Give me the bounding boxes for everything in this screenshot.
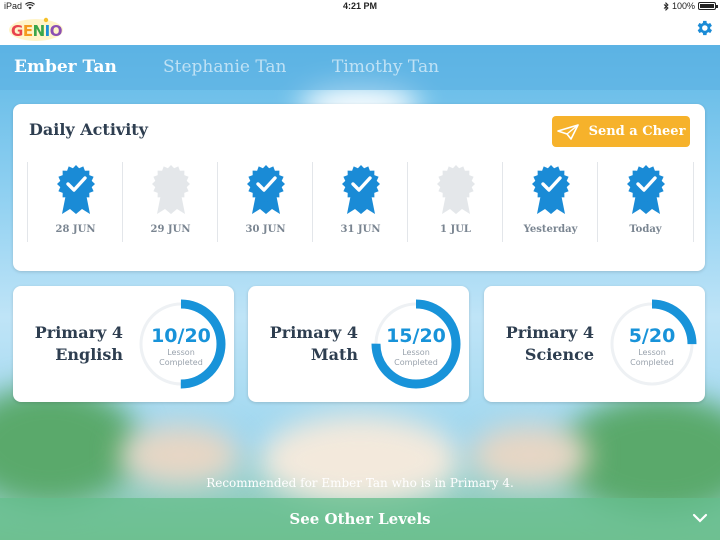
lesson-count: 5/20 <box>628 325 676 347</box>
gear-icon[interactable] <box>694 18 714 38</box>
subject-level: Primary 4 <box>34 323 123 342</box>
subject-level: Primary 4 <box>269 323 358 342</box>
subject-card-english[interactable]: Primary 4 English 10/20 Lesson Completed <box>13 286 234 402</box>
badge-completed-icon <box>313 164 408 216</box>
badge-completed-icon <box>218 164 313 216</box>
status-right: 100% <box>663 1 718 11</box>
daily-activity-card: Daily Activity Send a Cheer 28 JUN 29 JUN… <box>13 104 705 271</box>
lesson-count: 10/20 <box>151 325 211 347</box>
battery-percent: 100% <box>671 1 695 11</box>
activity-day: 30 JUN <box>217 162 313 242</box>
app-header: GENIO <box>0 14 720 45</box>
badge-pending-icon <box>123 164 218 216</box>
day-label: 28 JUN <box>55 224 96 235</box>
genio-logo[interactable]: GENIO <box>8 16 64 42</box>
day-label: 30 JUN <box>245 224 286 235</box>
subject-name: Primary 4 English <box>23 322 123 366</box>
tab-ember-tan[interactable]: Ember Tan <box>14 57 117 77</box>
lesson-completed-caption: Lesson Completed <box>607 348 697 368</box>
day-label: Today <box>629 224 662 235</box>
tab-stephanie-tan[interactable]: Stephanie Tan <box>163 57 286 77</box>
day-label: Yesterday <box>523 224 578 235</box>
lesson-completed-caption: Lesson Completed <box>371 348 461 368</box>
subject-name: Primary 4 Science <box>494 322 594 366</box>
caption-line-2: Completed <box>630 358 674 367</box>
caption-line-2: Completed <box>159 358 203 367</box>
activity-day: 1 JUL <box>407 162 503 242</box>
subject-name: Primary 4 Math <box>258 322 358 366</box>
subject-card-math[interactable]: Primary 4 Math 15/20 Lesson Completed <box>248 286 469 402</box>
student-tabs: Ember Tan Stephanie Tan Timothy Tan <box>0 45 720 90</box>
activity-day: Yesterday <box>502 162 598 242</box>
subject-level: Primary 4 <box>505 323 594 342</box>
caption-line-1: Lesson <box>638 348 666 357</box>
subject-title: Math <box>310 345 358 364</box>
lesson-completed-caption: Lesson Completed <box>136 348 226 368</box>
daily-activity-title: Daily Activity <box>29 120 148 139</box>
svg-text:GENIO: GENIO <box>11 22 62 40</box>
activity-days: 28 JUN 29 JUN 30 JUN 31 JUN 1 JUL Yesterday To… <box>27 162 694 242</box>
day-label: 31 JUN <box>340 224 381 235</box>
day-label: 29 JUN <box>150 224 191 235</box>
see-other-levels-label: See Other Levels <box>289 510 431 528</box>
badge-completed-icon <box>598 164 693 216</box>
subject-card-science[interactable]: Primary 4 Science 5/20 Lesson Completed <box>484 286 705 402</box>
subject-title: English <box>55 345 123 364</box>
see-other-levels-button[interactable]: See Other Levels <box>0 498 720 540</box>
caption-line-1: Lesson <box>402 348 430 357</box>
badge-completed-icon <box>503 164 598 216</box>
activity-day: Today <box>597 162 694 242</box>
caption-line-1: Lesson <box>167 348 195 357</box>
chevron-down-icon <box>692 513 708 523</box>
activity-day: 28 JUN <box>27 162 123 242</box>
activity-day: 29 JUN <box>122 162 218 242</box>
paper-plane-icon <box>556 123 579 140</box>
subject-title: Science <box>524 345 594 364</box>
activity-day: 31 JUN <box>312 162 408 242</box>
bluetooth-icon <box>663 1 669 11</box>
send-cheer-button[interactable]: Send a Cheer <box>552 116 690 147</box>
send-cheer-label: Send a Cheer <box>588 124 686 139</box>
lesson-count: 15/20 <box>386 325 446 347</box>
status-time: 4:21 PM <box>342 1 377 11</box>
battery-icon <box>698 2 718 10</box>
recommendation-text: Recommended for Ember Tan who is in Prim… <box>206 476 514 490</box>
status-bar: iPad 4:21 PM 100% <box>0 0 720 14</box>
badge-pending-icon <box>408 164 503 216</box>
tab-timothy-tan[interactable]: Timothy Tan <box>332 57 439 77</box>
day-label: 1 JUL <box>440 224 471 235</box>
caption-line-2: Completed <box>394 358 438 367</box>
badge-completed-icon <box>28 164 123 216</box>
